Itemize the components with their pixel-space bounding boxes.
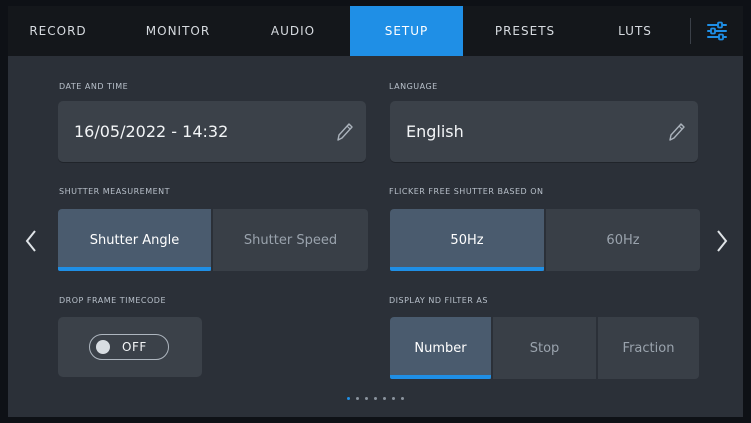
- nd-fraction-option[interactable]: Fraction: [598, 317, 699, 379]
- language-value: English: [406, 122, 464, 141]
- 50hz-option[interactable]: 50Hz: [390, 209, 544, 271]
- page-dot[interactable]: [392, 397, 395, 400]
- nd-filter-label: DISPLAY ND FILTER AS: [389, 296, 488, 305]
- pencil-icon[interactable]: [666, 121, 686, 143]
- chevron-left-icon: [25, 230, 36, 252]
- shutter-measurement-control: Shutter Angle Shutter Speed: [58, 209, 368, 271]
- tab-luts[interactable]: LUTS: [580, 6, 690, 56]
- pagination-dots: [8, 397, 743, 407]
- shutter-angle-option[interactable]: Shutter Angle: [58, 209, 211, 271]
- settings-sliders-icon: [707, 21, 727, 41]
- next-page-button[interactable]: [707, 221, 737, 261]
- flicker-free-label: FLICKER FREE SHUTTER BASED ON: [389, 187, 544, 196]
- page-dot[interactable]: [347, 397, 350, 400]
- previous-page-button[interactable]: [16, 221, 46, 261]
- nd-stop-option[interactable]: Stop: [493, 317, 596, 379]
- drop-frame-card: OFF: [58, 317, 202, 377]
- page-dot[interactable]: [401, 397, 404, 400]
- date-time-field[interactable]: 16/05/2022 - 14:32: [58, 101, 366, 162]
- 60hz-option[interactable]: 60Hz: [546, 209, 700, 271]
- language-field[interactable]: English: [390, 101, 698, 162]
- chevron-right-icon: [717, 230, 728, 252]
- device-frame: RECORD MONITOR AUDIO SETUP PRESETS LUTS: [0, 0, 751, 423]
- page-dot[interactable]: [374, 397, 377, 400]
- shutter-measurement-label: SHUTTER MEASUREMENT: [59, 187, 171, 196]
- tab-record[interactable]: RECORD: [8, 6, 108, 56]
- page-dot[interactable]: [365, 397, 368, 400]
- drop-frame-toggle[interactable]: OFF: [89, 334, 169, 360]
- tab-divider: [690, 18, 691, 44]
- date-time-label: DATE AND TIME: [59, 82, 129, 91]
- tab-setup[interactable]: SETUP: [350, 6, 463, 56]
- page-dot[interactable]: [383, 397, 386, 400]
- date-time-value: 16/05/2022 - 14:32: [74, 122, 229, 141]
- toggle-knob: [96, 340, 110, 354]
- flicker-free-control: 50Hz 60Hz: [390, 209, 700, 271]
- page-dot[interactable]: [356, 397, 359, 400]
- shutter-speed-option[interactable]: Shutter Speed: [213, 209, 368, 271]
- nd-filter-control: Number Stop Fraction: [390, 317, 699, 379]
- tab-bar: RECORD MONITOR AUDIO SETUP PRESETS LUTS: [8, 6, 743, 56]
- nd-number-option[interactable]: Number: [390, 317, 491, 379]
- settings-button[interactable]: [700, 15, 734, 47]
- pencil-icon[interactable]: [334, 121, 354, 143]
- toggle-state: OFF: [122, 340, 147, 354]
- setup-screen: RECORD MONITOR AUDIO SETUP PRESETS LUTS: [8, 6, 743, 417]
- language-label: LANGUAGE: [389, 82, 438, 91]
- tab-audio[interactable]: AUDIO: [243, 6, 343, 56]
- tab-monitor[interactable]: MONITOR: [123, 6, 233, 56]
- tab-presets[interactable]: PRESETS: [470, 6, 580, 56]
- drop-frame-label: DROP FRAME TIMECODE: [59, 296, 166, 305]
